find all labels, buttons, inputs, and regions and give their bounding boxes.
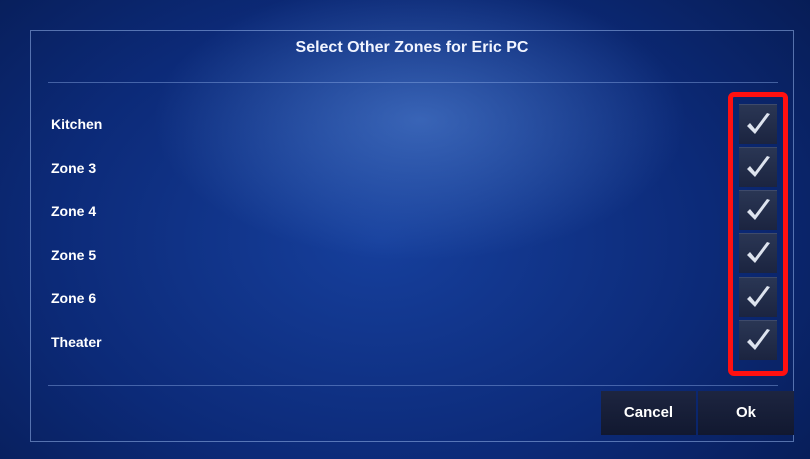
footer-divider (48, 385, 778, 386)
cancel-button[interactable]: Cancel (601, 391, 696, 435)
zone-selection-screen: Select Other Zones for Eric PC Kitchen Z… (0, 0, 810, 459)
zone-label-zone-3: Zone 3 (51, 160, 97, 176)
zone-label-zone-6: Zone 6 (51, 290, 97, 306)
checkbox-column-highlight (728, 92, 788, 376)
zone-label-kitchen: Kitchen (51, 116, 103, 132)
dialog-frame (30, 30, 794, 442)
zone-label-zone-4: Zone 4 (51, 203, 97, 219)
ok-button[interactable]: Ok (698, 391, 794, 435)
zone-label-zone-5: Zone 5 (51, 247, 97, 263)
dialog-title: Select Other Zones for Eric PC (295, 39, 529, 56)
zone-label-theater: Theater (51, 334, 102, 350)
title-divider (48, 82, 778, 83)
